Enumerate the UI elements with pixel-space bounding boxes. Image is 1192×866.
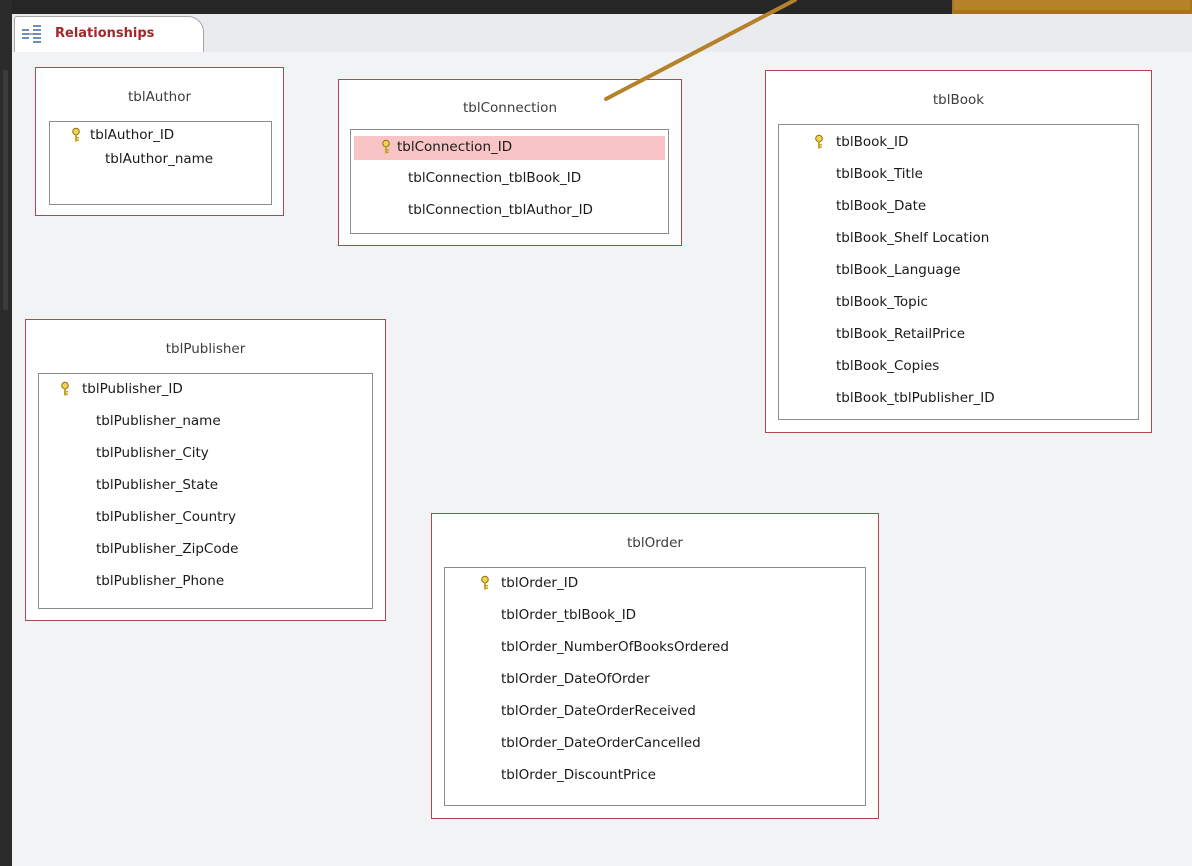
field-row[interactable]: tblOrder_DateOfOrder — [445, 668, 865, 692]
field-row[interactable]: tblPublisher_State — [39, 474, 372, 498]
field-row[interactable]: tblPublisher_City — [39, 442, 372, 466]
primary-key-icon — [382, 139, 390, 154]
field-row[interactable]: tblAuthor_name — [50, 148, 271, 172]
field-row[interactable]: tblPublisher_Country — [39, 506, 372, 530]
field-name: tblBook_tblPublisher_ID — [836, 390, 995, 406]
table-title: tblPublisher — [165, 341, 246, 357]
table-window-tblconnection[interactable]: tblConnection tblConnection_ID tblConnec… — [338, 79, 682, 246]
field-name: tblAuthor_ID — [90, 127, 175, 143]
field-row[interactable]: tblConnection_tblAuthor_ID — [351, 199, 668, 223]
field-row[interactable]: tblOrder_DateOrderReceived — [445, 700, 865, 724]
field-row[interactable]: tblPublisher_ZipCode — [39, 538, 372, 562]
field-name: tblOrder_NumberOfBooksOrdered — [501, 639, 729, 655]
field-row-selected[interactable]: tblConnection_ID — [354, 136, 665, 160]
field-name: tblPublisher_State — [96, 477, 219, 493]
field-list[interactable]: tblPublisher_ID tblPublisher_name tblPub… — [38, 373, 373, 609]
table-window-tblauthor[interactable]: tblAuthor tblAuthor_ID tblAuthor_name — [35, 67, 284, 216]
table-title: tblOrder — [627, 535, 683, 551]
field-name: tblPublisher_name — [96, 413, 221, 429]
table-window-tblpublisher[interactable]: tblPublisher tblPublisher_ID tblPublishe… — [25, 319, 386, 621]
field-row[interactable]: tblAuthor_ID — [50, 124, 271, 148]
field-name: tblBook_Language — [836, 262, 961, 278]
field-name: tblOrder_DateOfOrder — [501, 671, 650, 687]
field-name: tblPublisher_ID — [82, 381, 183, 397]
field-row[interactable]: tblOrder_DiscountPrice — [445, 764, 865, 788]
field-row[interactable]: tblPublisher_Phone — [39, 570, 372, 594]
field-row[interactable]: tblOrder_tblBook_ID — [445, 604, 865, 628]
field-name: tblPublisher_Phone — [96, 573, 225, 589]
field-name: tblOrder_tblBook_ID — [501, 607, 637, 623]
field-row[interactable]: tblBook_Date — [779, 195, 1138, 219]
field-row[interactable]: tblBook_Title — [779, 163, 1138, 187]
field-list[interactable]: tblAuthor_ID tblAuthor_name — [49, 121, 272, 205]
primary-key-icon — [61, 381, 69, 396]
access-window: Relationships tblAuthor tblAuthor_ID tbl… — [0, 0, 1192, 866]
field-row[interactable]: tblBook_Shelf Location — [779, 227, 1138, 251]
primary-key-icon — [481, 575, 489, 590]
table-title: tblAuthor — [127, 89, 192, 105]
table-window-tblbook[interactable]: tblBook tblBook_ID tblBook_Title tblBook… — [765, 70, 1152, 433]
field-name: tblPublisher_ZipCode — [96, 541, 239, 557]
field-name: tblPublisher_Country — [96, 509, 236, 525]
tab-label: Relationships — [55, 26, 155, 41]
field-name: tblConnection_tblAuthor_ID — [408, 202, 593, 218]
field-row[interactable]: tblConnection_tblBook_ID — [351, 167, 668, 191]
field-row[interactable]: tblOrder_ID — [445, 572, 865, 596]
field-row[interactable]: tblBook_ID — [779, 131, 1138, 155]
field-name: tblOrder_DateOrderReceived — [501, 703, 696, 719]
field-name: tblBook_Topic — [836, 294, 928, 310]
field-name: tblOrder_ID — [501, 575, 579, 591]
field-name: tblBook_ID — [836, 134, 909, 150]
field-name: tblOrder_DateOrderCancelled — [501, 735, 701, 751]
primary-key-icon — [72, 127, 80, 142]
annotation-callout-fill — [954, 0, 1190, 10]
field-name: tblBook_Shelf Location — [836, 230, 990, 246]
field-row[interactable]: tblBook_RetailPrice — [779, 323, 1138, 347]
tab-relationships[interactable]: Relationships — [14, 16, 204, 52]
field-name: tblBook_Copies — [836, 358, 940, 374]
primary-key-icon — [815, 134, 823, 149]
field-name: tblBook_Date — [836, 198, 927, 214]
field-row[interactable]: tblBook_Language — [779, 259, 1138, 283]
field-row[interactable]: tblOrder_DateOrderCancelled — [445, 732, 865, 756]
field-name: tblConnection_ID — [397, 139, 513, 155]
field-name: tblPublisher_City — [96, 445, 209, 461]
field-row[interactable]: tblPublisher_name — [39, 410, 372, 434]
field-name: tblOrder_DiscountPrice — [501, 767, 656, 783]
field-row[interactable]: tblBook_Topic — [779, 291, 1138, 315]
field-row[interactable]: tblBook_Copies — [779, 355, 1138, 379]
field-row[interactable]: tblOrder_NumberOfBooksOrdered — [445, 636, 865, 660]
field-list[interactable]: tblConnection_ID tblConnection_tblBook_I… — [350, 129, 669, 234]
relationships-icon — [22, 25, 41, 43]
table-title: tblConnection — [463, 100, 557, 116]
table-window-tblorder[interactable]: tblOrder tblOrder_ID tblOrder_tblBook_ID… — [431, 513, 879, 819]
field-name: tblBook_Title — [836, 166, 923, 182]
scrollbar[interactable] — [3, 70, 8, 310]
field-name: tblAuthor_name — [105, 151, 214, 167]
field-row[interactable]: tblBook_tblPublisher_ID — [779, 387, 1138, 411]
field-row[interactable]: tblPublisher_ID — [39, 378, 372, 402]
field-name: tblConnection_tblBook_ID — [408, 170, 582, 186]
field-name: tblBook_RetailPrice — [836, 326, 966, 342]
field-list[interactable]: tblBook_ID tblBook_Title tblBook_Date tb… — [778, 124, 1139, 420]
navigation-pane-collapsed[interactable] — [0, 0, 12, 866]
field-list[interactable]: tblOrder_ID tblOrder_tblBook_ID tblOrder… — [444, 567, 866, 806]
table-title: tblBook — [932, 92, 985, 108]
